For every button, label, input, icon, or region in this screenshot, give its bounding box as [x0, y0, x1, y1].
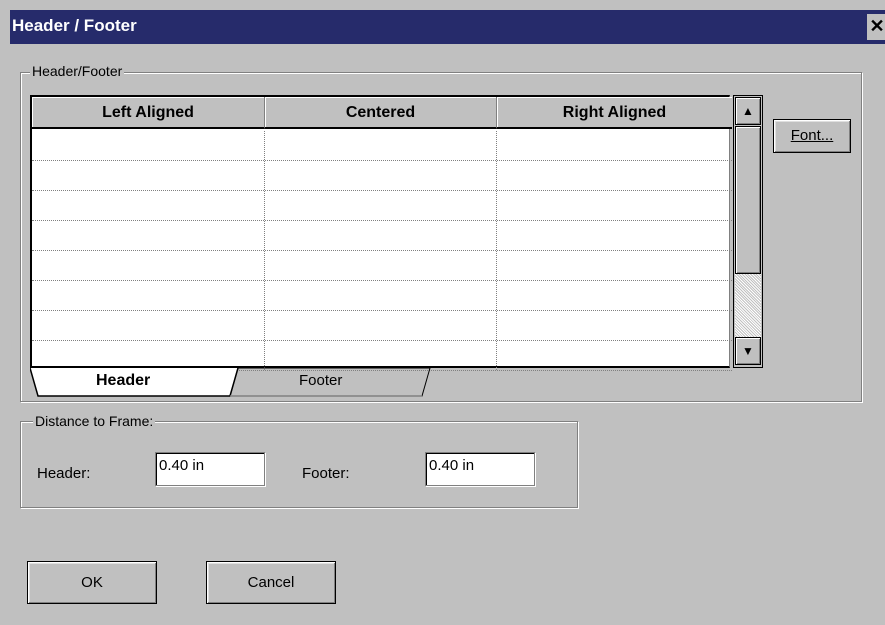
scroll-down-icon[interactable]: ▼: [735, 337, 761, 365]
grid-cell[interactable]: [265, 191, 497, 220]
header-footer-group-label: Header/Footer: [30, 63, 125, 79]
grid-cell[interactable]: [265, 251, 497, 280]
header-distance-input[interactable]: 0.40 in: [155, 452, 265, 486]
scroll-track[interactable]: [735, 274, 761, 337]
grid-cell[interactable]: [32, 251, 265, 280]
grid-row[interactable]: [32, 251, 732, 281]
font-button-label: Font...: [790, 127, 834, 144]
grid-cell[interactable]: [265, 311, 497, 340]
grid-cell[interactable]: [497, 251, 732, 280]
tab-footer[interactable]: Footer: [299, 372, 342, 389]
grid-cell[interactable]: [265, 281, 497, 310]
header-footer-grid[interactable]: Left Aligned Centered Right Aligned: [30, 95, 732, 371]
grid-cell[interactable]: [32, 191, 265, 220]
grid-cell[interactable]: [265, 131, 497, 160]
grid-row[interactable]: [32, 191, 732, 221]
grid-cell[interactable]: [32, 161, 265, 190]
distance-to-frame-label: Distance to Frame:: [33, 413, 156, 429]
grid-cell[interactable]: [32, 131, 265, 160]
ok-button[interactable]: OK: [27, 561, 157, 604]
window-title: Header / Footer: [12, 16, 137, 35]
grid-row[interactable]: [32, 221, 732, 251]
tab-header[interactable]: Header: [96, 372, 150, 390]
grid-vertical-scrollbar[interactable]: ▲ ▼: [733, 95, 763, 368]
close-icon[interactable]: ✕: [867, 14, 885, 40]
tab-strip: [30, 367, 431, 397]
grid-cell[interactable]: [32, 311, 265, 340]
scroll-up-icon[interactable]: ▲: [735, 97, 761, 125]
footer-distance-input[interactable]: 0.40 in: [425, 452, 535, 486]
header-distance-label: Header:: [37, 465, 91, 482]
grid-cell[interactable]: [497, 281, 732, 310]
grid-cell[interactable]: [497, 221, 732, 250]
grid-row[interactable]: [32, 161, 732, 191]
grid-cell[interactable]: [497, 191, 732, 220]
grid-row[interactable]: [32, 281, 732, 311]
title-bar[interactable]: Header / Footer ✕: [10, 10, 885, 44]
grid-row[interactable]: [32, 311, 732, 341]
footer-distance-label: Footer:: [302, 465, 350, 482]
grid-cell[interactable]: [497, 161, 732, 190]
column-header-centered[interactable]: Centered: [265, 97, 497, 129]
grid-cell[interactable]: [265, 161, 497, 190]
grid-cell[interactable]: [32, 281, 265, 310]
scroll-thumb[interactable]: [735, 126, 761, 274]
column-header-left[interactable]: Left Aligned: [32, 97, 265, 129]
grid-cell[interactable]: [265, 221, 497, 250]
cancel-button[interactable]: Cancel: [206, 561, 336, 604]
grid-cell[interactable]: [32, 221, 265, 250]
grid-cell[interactable]: [497, 131, 732, 160]
grid-row[interactable]: [32, 131, 732, 161]
column-header-right[interactable]: Right Aligned: [497, 97, 732, 129]
font-button[interactable]: Font...: [773, 119, 851, 153]
grid-cell[interactable]: [497, 311, 732, 340]
grid-cell[interactable]: [497, 341, 732, 370]
